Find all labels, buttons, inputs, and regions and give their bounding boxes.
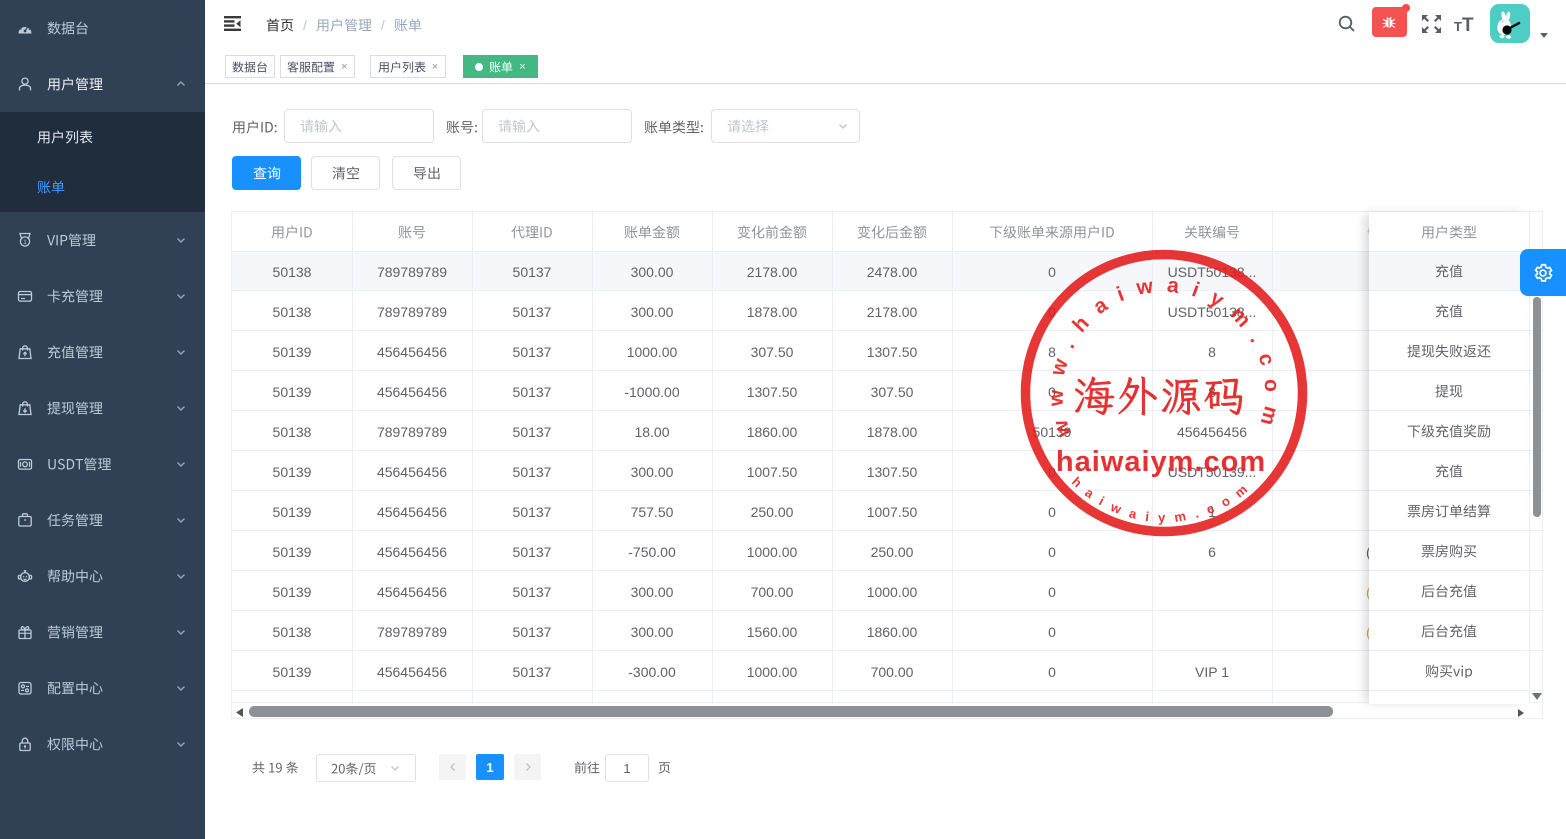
svg-text:T: T	[1454, 19, 1462, 32]
svg-text:T: T	[1462, 15, 1474, 32]
svg-text:1: 1	[23, 239, 27, 246]
